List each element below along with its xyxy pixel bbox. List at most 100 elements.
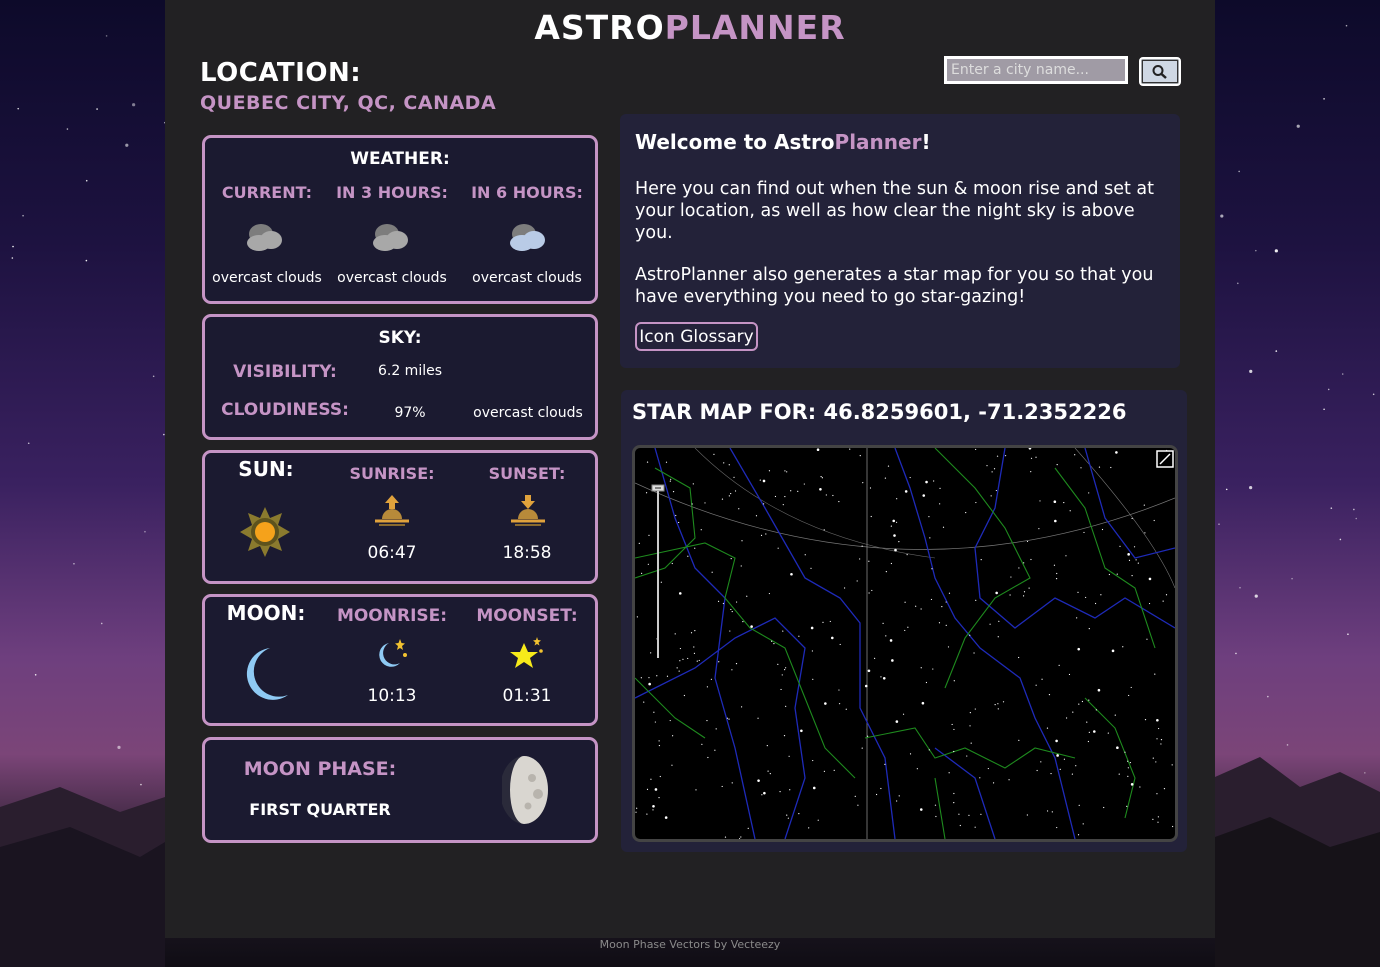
moonset-icon: [510, 637, 543, 668]
map-star: [678, 670, 680, 672]
map-star: [652, 809, 654, 811]
map-star: [669, 480, 671, 482]
map-star: [844, 587, 846, 589]
map-star: [833, 769, 835, 771]
map-star: [859, 558, 861, 560]
map-star: [675, 514, 677, 517]
map-star: [958, 813, 960, 815]
map-star: [1143, 504, 1145, 506]
map-star: [953, 750, 955, 753]
star-map-canvas[interactable]: [635, 448, 1175, 839]
map-star: [1116, 746, 1119, 750]
map-star: [784, 470, 786, 472]
search-icon: [1152, 64, 1167, 79]
background-star: [12, 245, 14, 248]
map-star: [687, 657, 689, 660]
map-star: [904, 490, 908, 493]
background-star: [1255, 249, 1257, 252]
map-star: [762, 479, 766, 483]
welcome-paragraph-2: AstroPlanner also generates a star map f…: [635, 265, 1154, 307]
moonrise-label: MOONRISE:: [336, 606, 448, 626]
map-star: [1107, 732, 1109, 734]
app-title: ASTROPLANNER: [165, 8, 1215, 47]
map-star: [920, 608, 922, 610]
map-star: [1088, 731, 1090, 733]
map-star: [1053, 500, 1057, 504]
map-star: [994, 703, 996, 706]
map-star: [666, 675, 669, 677]
map-star: [742, 620, 744, 623]
crescent-moon-icon: [246, 648, 288, 700]
map-star: [1162, 600, 1164, 602]
map-star: [707, 756, 709, 759]
map-star: [947, 646, 950, 648]
map-star: [701, 743, 703, 745]
map-star: [1059, 768, 1061, 770]
map-star: [672, 491, 675, 493]
map-star: [808, 827, 810, 829]
background-star: [1296, 124, 1300, 128]
weather-current-desc: overcast clouds: [212, 270, 322, 286]
map-star: [721, 785, 723, 788]
map-star: [885, 571, 887, 573]
map-star: [735, 601, 738, 603]
map-star: [660, 581, 662, 583]
map-star: [945, 624, 947, 626]
welcome-paragraph-1: Here you can find out when the sun & moo…: [635, 179, 1154, 243]
background-star: [152, 375, 155, 378]
map-star: [821, 477, 823, 479]
map-star: [1103, 806, 1105, 809]
map-star: [824, 702, 827, 705]
map-star: [974, 708, 976, 710]
map-star: [998, 620, 1000, 622]
map-star: [920, 667, 922, 669]
map-star: [1056, 463, 1058, 466]
background-star: [105, 35, 108, 37]
icon-glossary-button[interactable]: Icon Glossary: [635, 322, 758, 351]
map-star: [1086, 721, 1088, 723]
map-star: [929, 537, 931, 539]
background-star: [1239, 586, 1241, 589]
map-star: [728, 718, 730, 720]
search-button[interactable]: [1139, 57, 1181, 86]
map-star: [1078, 804, 1080, 806]
map-star: [1051, 811, 1053, 813]
map-star: [1114, 714, 1116, 716]
star-map-view[interactable]: [632, 445, 1178, 842]
map-star: [678, 592, 682, 595]
map-star: [765, 533, 767, 535]
background-star: [1235, 652, 1237, 655]
map-star: [698, 659, 700, 662]
sky-card: SKY: VISIBILITY: 6.2 miles CLOUDINESS: 9…: [202, 314, 598, 440]
map-star: [931, 568, 933, 570]
map-star: [679, 660, 681, 662]
map-star: [898, 795, 900, 797]
map-star: [895, 521, 898, 523]
moonset-label: MOONSET:: [476, 606, 578, 626]
map-star: [1085, 596, 1087, 599]
background-star: [34, 673, 37, 676]
background-star: [66, 128, 69, 130]
sunset-time: 18:58: [502, 543, 552, 563]
map-star: [734, 490, 737, 492]
map-star: [1093, 730, 1096, 733]
map-star: [800, 729, 803, 733]
map-star: [864, 684, 868, 688]
map-star: [919, 808, 923, 811]
map-star: [648, 682, 651, 686]
map-star: [658, 740, 660, 742]
map-star: [993, 468, 996, 470]
map-star: [760, 534, 763, 536]
map-star: [875, 793, 878, 796]
map-star: [740, 565, 742, 567]
background-star: [1291, 577, 1293, 580]
welcome-heading: Welcome to AstroPlanner!: [635, 130, 931, 154]
moonrise-time: 10:13: [367, 686, 417, 706]
city-search-input[interactable]: [944, 56, 1128, 84]
map-star: [766, 745, 768, 747]
map-star: [980, 813, 982, 815]
map-star: [1063, 501, 1065, 504]
map-star: [757, 717, 759, 719]
map-star: [1148, 602, 1151, 605]
map-star: [819, 487, 822, 491]
